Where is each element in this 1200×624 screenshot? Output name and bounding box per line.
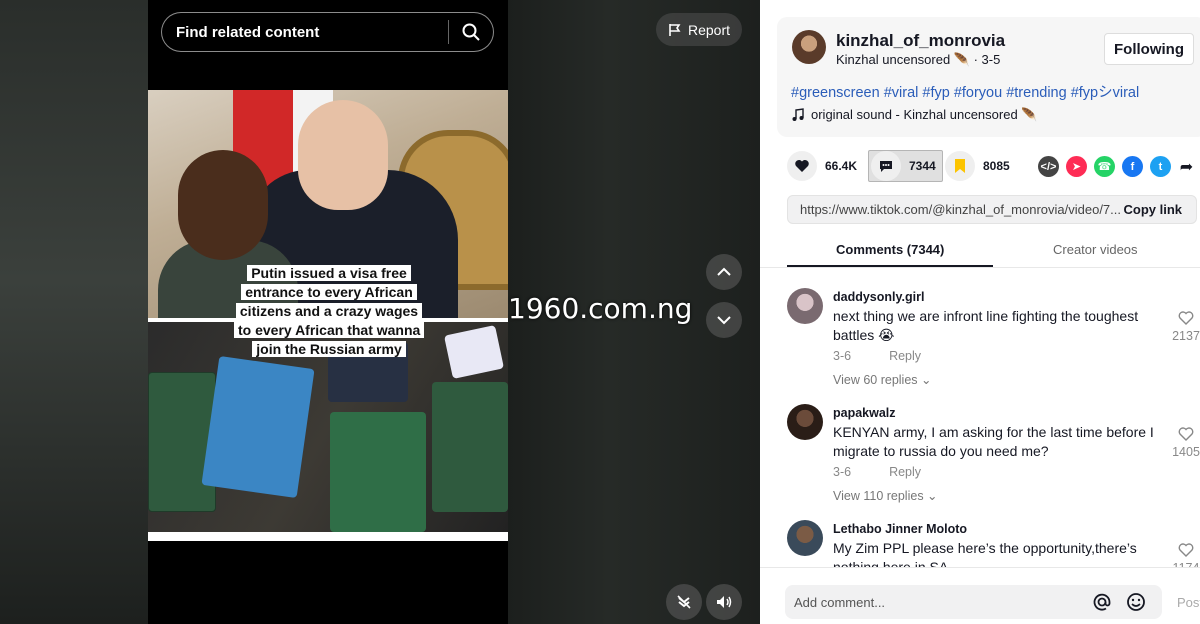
comment-input-placeholder: Add comment... (794, 594, 886, 610)
comment-like[interactable]: 2137 (1171, 310, 1200, 343)
comment-icon[interactable] (871, 151, 901, 181)
chevron-up-icon (717, 267, 731, 276)
previous-video-button[interactable] (706, 254, 742, 290)
avatar[interactable] (787, 288, 823, 324)
report-label: Report (687, 21, 731, 38)
passport (201, 355, 315, 499)
comment-text: My Zim PPL please here’s the opportunity… (833, 540, 1137, 567)
post-button[interactable]: Post (1177, 595, 1200, 610)
share-arrow-icon[interactable]: ➦ (1176, 156, 1197, 177)
following-button[interactable]: Following (1104, 33, 1194, 65)
tab-comments[interactable]: Comments (7344) (836, 242, 944, 257)
caption-text: Putin issued a visa free entrance to eve… (234, 265, 425, 357)
search-icon[interactable] (449, 22, 493, 42)
volume-button[interactable] (706, 584, 742, 620)
comment-date: 3-6 (833, 349, 852, 363)
facebook-icon[interactable]: f (1122, 156, 1143, 177)
avatar[interactable] (787, 404, 823, 440)
hashtags[interactable]: #greenscreen #viral #fyp #foryou #trendi… (791, 81, 1139, 102)
author-display-name: Kinzhal uncensored 🪶 · 3-5 (836, 52, 1001, 67)
tab-divider (760, 267, 1200, 268)
emoji-icon[interactable] (1126, 592, 1146, 612)
heart-icon[interactable] (787, 151, 817, 181)
comment-text: KENYAN army, I am asking for the last ti… (833, 424, 1154, 459)
comment-input[interactable]: Add comment... (785, 585, 1162, 619)
comment-username[interactable]: papakwalz (833, 406, 896, 420)
passport (330, 412, 426, 532)
report-button[interactable]: Report (656, 13, 742, 46)
comment-like-count: 1405 (1172, 445, 1200, 459)
copy-link-bar: https://www.tiktok.com/@kinzhal_of_monro… (787, 195, 1197, 224)
author-username[interactable]: kinzhal_of_monrovia (836, 31, 1005, 51)
heart-outline-icon (1178, 311, 1194, 325)
blurred-background-left (0, 0, 148, 624)
autoscroll-button[interactable] (666, 584, 702, 620)
view-replies-button[interactable]: View 60 replies ⌄ (833, 372, 932, 387)
tab-creator-videos[interactable]: Creator videos (1053, 242, 1138, 257)
avatar[interactable] (787, 520, 823, 556)
comment-item: papakwalz KENYAN army, I am asking for t… (787, 404, 1200, 504)
view-replies-button[interactable]: View 110 replies ⌄ (833, 488, 938, 503)
embed-icon[interactable]: </> (1038, 156, 1059, 177)
autoscroll-off-icon (677, 595, 691, 609)
search-input[interactable]: Find related content (176, 24, 448, 41)
lanyard-badge (443, 325, 505, 379)
comment-count: 7344 (909, 159, 936, 173)
next-video-button[interactable] (706, 302, 742, 338)
save-action[interactable]: 8085 (945, 150, 1010, 182)
video-url: https://www.tiktok.com/@kinzhal_of_monro… (800, 202, 1122, 217)
reply-button[interactable]: Reply (889, 349, 921, 363)
search-bar[interactable]: Find related content (161, 12, 494, 52)
chevron-down-icon (717, 316, 731, 325)
sound-label: original sound - Kinzhal uncensored 🪶 (811, 107, 1038, 122)
comment-meta: 3-6 Reply (833, 349, 921, 363)
face (298, 100, 388, 210)
avatar[interactable] (792, 30, 826, 64)
comment-text: next thing we are infront line fighting … (833, 308, 1139, 343)
comment-item: Lethabo Jinner Moloto My Zim PPL please … (787, 520, 1200, 567)
music-note-icon (792, 108, 804, 121)
presenter-head (178, 150, 268, 260)
watermark-text: 1960.com.ng (508, 292, 693, 325)
comment-username[interactable]: Lethabo Jinner Moloto (833, 522, 967, 536)
view-replies-label: View 60 replies (833, 373, 918, 387)
send-icon[interactable]: ➤ (1066, 156, 1087, 177)
video-caption: Putin issued a visa free entrance to eve… (234, 264, 425, 359)
twitter-icon[interactable]: t (1150, 156, 1171, 177)
comment-item: daddysonly.girl next thing we are infron… (787, 288, 1200, 388)
reply-button[interactable]: Reply (889, 465, 921, 479)
comment-like[interactable]: 1405 (1171, 426, 1200, 459)
comment-meta: 3-6 Reply (833, 465, 921, 479)
comment-date: 3-6 (833, 465, 852, 479)
like-action[interactable]: 66.4K (787, 150, 857, 182)
video-frame[interactable]: Putin issued a visa free entrance to eve… (148, 90, 508, 541)
comment-like-count: 2137 (1172, 329, 1200, 343)
whatsapp-icon[interactable]: ☎ (1094, 156, 1115, 177)
comment-action[interactable]: 7344 (868, 150, 943, 182)
bookmark-icon[interactable] (945, 151, 975, 181)
tab-active-indicator (787, 265, 993, 267)
comment-like[interactable]: 1174 (1171, 542, 1200, 567)
heart-outline-icon (1178, 427, 1194, 441)
heart-outline-icon (1178, 543, 1194, 557)
passport (148, 372, 216, 512)
flag-icon (669, 23, 681, 36)
passport (432, 382, 508, 512)
comment-username[interactable]: daddysonly.girl (833, 290, 924, 304)
volume-icon (717, 596, 732, 608)
copy-link-button[interactable]: Copy link (1123, 202, 1182, 217)
like-count: 66.4K (825, 159, 858, 173)
mention-icon[interactable] (1092, 592, 1112, 612)
save-count: 8085 (983, 159, 1010, 173)
sound-link[interactable]: original sound - Kinzhal uncensored 🪶 (791, 107, 1037, 123)
view-replies-label: View 110 replies (833, 489, 924, 503)
